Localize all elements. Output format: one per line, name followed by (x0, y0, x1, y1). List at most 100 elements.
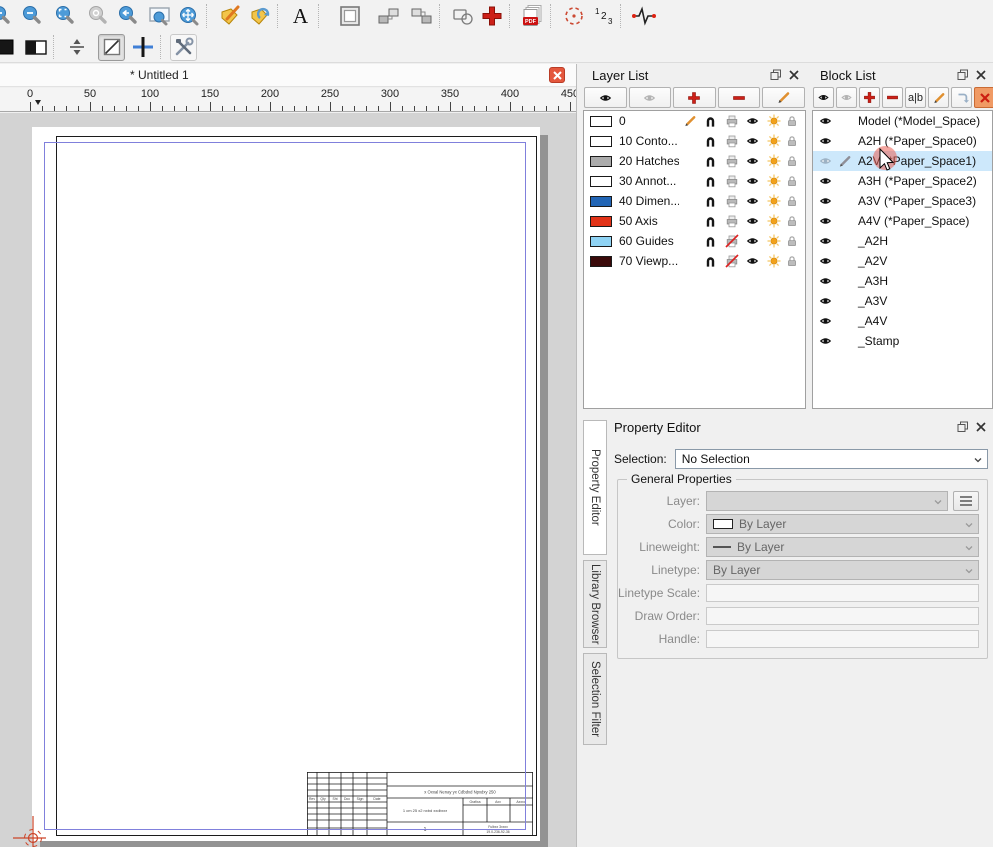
handle-field[interactable] (706, 630, 979, 648)
tab-selection-filter[interactable]: Selection Filter (583, 653, 607, 745)
float-panel-button[interactable] (954, 419, 972, 435)
layer-on-off-toggle[interactable] (763, 154, 784, 168)
block-visibility-toggle[interactable] (818, 115, 836, 127)
layer-row[interactable]: 20 Hatches (584, 151, 805, 171)
layer-print-toggle[interactable] (721, 154, 742, 168)
preferences-button[interactable] (170, 34, 197, 61)
layer-print-toggle[interactable] (721, 214, 742, 228)
crosshair-button[interactable] (129, 34, 156, 61)
block-visibility-toggle[interactable] (818, 275, 836, 287)
panel-splitter-vertical[interactable] (576, 64, 577, 847)
close-panel-button[interactable] (972, 419, 990, 435)
layer-snap-toggle[interactable] (700, 234, 721, 248)
edit-layer-button[interactable] (762, 87, 805, 108)
layer-snap-toggle[interactable] (700, 214, 721, 228)
block-visibility-toggle[interactable] (818, 295, 836, 307)
edit-block-button[interactable] (928, 87, 949, 108)
block-row[interactable]: A2H (*Paper_Space0) (813, 131, 992, 151)
viewport-add-button[interactable] (336, 3, 363, 30)
zoom-window-button[interactable] (146, 3, 173, 30)
close-block-button[interactable] (974, 87, 993, 108)
layer-print-toggle[interactable] (721, 174, 742, 188)
layer-snap-toggle[interactable] (700, 194, 721, 208)
layer-visibility-toggle[interactable] (742, 215, 763, 227)
block-row[interactable]: _A2V (813, 251, 992, 271)
layer-visibility-toggle[interactable] (742, 255, 763, 267)
viewport-back-button[interactable] (408, 3, 435, 30)
layer-visibility-toggle[interactable] (742, 115, 763, 127)
layer-on-off-toggle[interactable] (763, 114, 784, 128)
block-return-button[interactable] (246, 3, 273, 30)
layer-combobox[interactable] (706, 491, 948, 511)
rename-block-button[interactable]: a|b (905, 87, 926, 108)
layer-row[interactable]: 60 Guides (584, 231, 805, 251)
layer-on-off-toggle[interactable] (763, 234, 784, 248)
zoom-previous-button[interactable] (114, 3, 141, 30)
block-visibility-toggle[interactable] (818, 195, 836, 207)
layer-row[interactable]: 40 Dimen... (584, 191, 805, 211)
block-row[interactable]: A3V (*Paper_Space3) (813, 191, 992, 211)
block-visibility-toggle[interactable] (818, 215, 836, 227)
layer-row[interactable]: 10 Conto... (584, 131, 805, 151)
layer-snap-toggle[interactable] (700, 174, 721, 188)
layer-lock-toggle[interactable] (784, 114, 800, 128)
text-tool-button[interactable]: A (287, 3, 314, 30)
block-visibility-toggle[interactable] (818, 155, 836, 167)
layer-snap-toggle[interactable] (700, 254, 721, 268)
layer-menu-button[interactable] (953, 491, 979, 511)
layer-visibility-toggle[interactable] (742, 235, 763, 247)
close-panel-button[interactable] (972, 67, 990, 83)
dark-swatch-button[interactable] (0, 34, 18, 61)
zoom-out-button[interactable] (18, 3, 45, 30)
layer-lock-toggle[interactable] (784, 194, 800, 208)
block-row[interactable]: Model (*Model_Space) (813, 111, 992, 131)
block-row[interactable]: _A3V (813, 291, 992, 311)
tab-library-browser[interactable]: Library Browser (583, 560, 607, 648)
float-panel-button[interactable] (954, 67, 972, 83)
add-block-button[interactable] (859, 87, 880, 108)
block-row[interactable]: A4V (*Paper_Space) (813, 211, 992, 231)
layer-print-toggle[interactable] (721, 194, 742, 208)
show-all-layers-button[interactable] (584, 87, 627, 108)
layer-lock-toggle[interactable] (784, 254, 800, 268)
linetype-scale-field[interactable] (706, 584, 979, 602)
document-tab-title[interactable]: * Untitled 1 (130, 68, 189, 82)
split-swatch-button[interactable] (22, 34, 49, 61)
layer-on-off-toggle[interactable] (763, 134, 784, 148)
block-visibility-toggle[interactable] (818, 335, 836, 347)
layer-row[interactable]: 50 Axis (584, 211, 805, 231)
lineweight-combobox[interactable]: By Layer (706, 537, 979, 557)
layer-visibility-toggle[interactable] (742, 175, 763, 187)
layer-on-off-toggle[interactable] (763, 214, 784, 228)
layer-row[interactable]: 0 (584, 111, 805, 131)
document-tab-close-button[interactable] (549, 67, 565, 83)
block-row[interactable]: _A2H (813, 231, 992, 251)
block-edit-button[interactable] (216, 3, 243, 30)
draw-order-field[interactable] (706, 607, 979, 625)
layer-lock-toggle[interactable] (784, 154, 800, 168)
layer-on-off-toggle[interactable] (763, 194, 784, 208)
zoom-fit-button[interactable] (51, 3, 78, 30)
selection-combobox[interactable]: No Selection (675, 449, 988, 469)
block-row[interactable]: A2V (*Paper_Space1) (813, 151, 992, 171)
block-visibility-toggle[interactable] (818, 235, 836, 247)
layer-row[interactable]: 30 Annot... (584, 171, 805, 191)
layer-lock-toggle[interactable] (784, 174, 800, 188)
linetype-combobox[interactable]: By Layer (706, 560, 979, 580)
shapes-button[interactable] (449, 3, 476, 30)
numbering-button[interactable]: 1 2 3 (589, 3, 616, 30)
layer-visibility-toggle[interactable] (742, 195, 763, 207)
layer-print-toggle[interactable] (721, 134, 742, 148)
viewport-frame[interactable] (44, 142, 526, 830)
block-row[interactable]: A3H (*Paper_Space2) (813, 171, 992, 191)
layer-visibility-toggle[interactable] (742, 135, 763, 147)
zoom-pan-button[interactable] (175, 3, 202, 30)
layer-print-toggle[interactable] (721, 114, 742, 128)
layer-print-toggle[interactable] (721, 254, 742, 268)
block-visibility-toggle[interactable] (818, 315, 836, 327)
layer-print-toggle[interactable] (721, 234, 742, 248)
layer-snap-toggle[interactable] (700, 154, 721, 168)
auto-snap-button[interactable] (63, 34, 90, 61)
float-panel-button[interactable] (767, 67, 785, 83)
layer-lock-toggle[interactable] (784, 214, 800, 228)
